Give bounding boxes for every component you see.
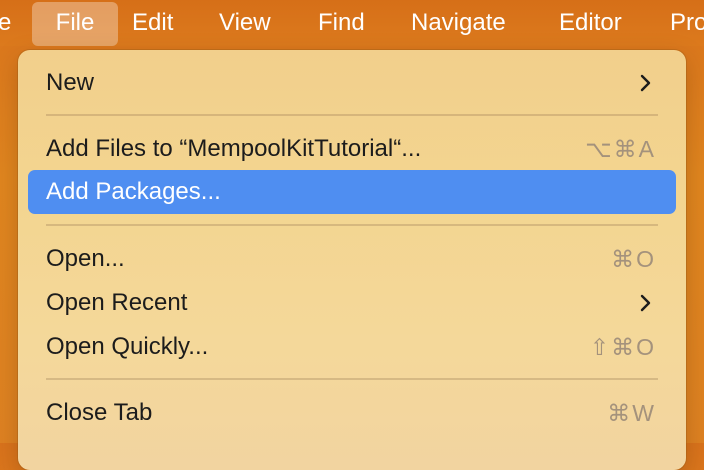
menu-item-close-tab[interactable]: Close Tab ⌘W: [28, 391, 676, 435]
menu-item-add-packages[interactable]: Add Packages...: [28, 170, 676, 214]
menu-item-open-quickly[interactable]: Open Quickly... ⇧⌘O: [28, 325, 676, 369]
menu-item-shortcut: ⌥⌘A: [585, 136, 656, 162]
menubar-item-partial[interactable]: e: [0, 0, 25, 46]
menu-bar: e File Edit View Find Navigate Editor Pr…: [0, 0, 704, 46]
menu-item-new[interactable]: New: [28, 61, 676, 105]
menu-separator: [46, 378, 658, 380]
menubar-item-editor[interactable]: Editor: [545, 0, 636, 46]
menu-item-shortcut: ⌘W: [607, 400, 656, 426]
menu-separator: [46, 224, 658, 226]
menu-item-shortcut: ⌘O: [611, 246, 656, 272]
menubar-item-file[interactable]: File: [32, 2, 118, 46]
menu-separator: [46, 114, 658, 116]
file-menu: New Add Files to “MempoolKitTutorial“...…: [18, 50, 686, 470]
menu-item-label: Open...: [46, 245, 125, 272]
menu-item-label: Open Quickly...: [46, 333, 209, 360]
menu-item-open-recent[interactable]: Open Recent: [28, 281, 676, 325]
menu-item-label: Close Tab: [46, 399, 153, 426]
chevron-right-icon: [640, 294, 651, 312]
menubar-item-view[interactable]: View: [205, 0, 285, 46]
menubar-item-edit[interactable]: Edit: [118, 0, 187, 46]
menu-item-open[interactable]: Open... ⌘O: [28, 237, 676, 281]
menu-item-shortcut: ⇧⌘O: [589, 334, 656, 360]
menubar-item-product-partial[interactable]: Pro: [656, 0, 704, 46]
menu-item-label: Add Files to “MempoolKitTutorial“...: [46, 135, 422, 162]
menu-item-label: Add Packages...: [46, 178, 221, 205]
menu-item-label: Open Recent: [46, 289, 188, 316]
menu-item-label: New: [46, 69, 95, 96]
chevron-right-icon: [640, 74, 651, 92]
menubar-item-find[interactable]: Find: [304, 0, 379, 46]
menu-item-add-files[interactable]: Add Files to “MempoolKitTutorial“... ⌥⌘A: [28, 127, 676, 171]
menubar-item-navigate[interactable]: Navigate: [397, 0, 520, 46]
